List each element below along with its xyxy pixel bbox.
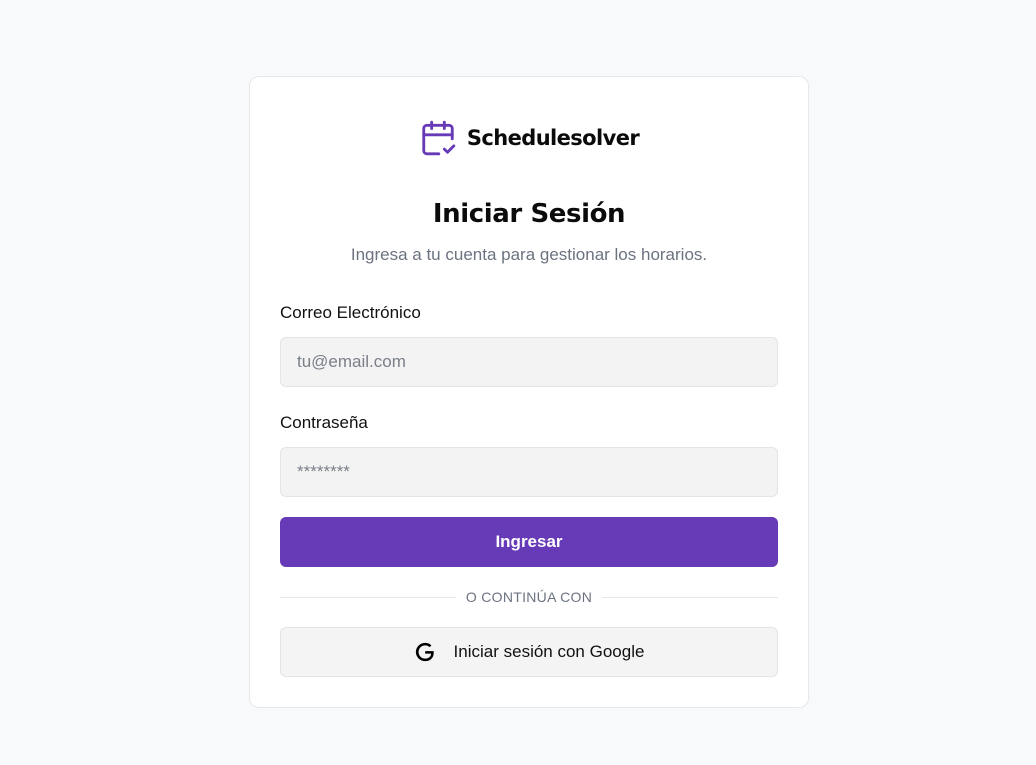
brand-header: Schedulesolver [250, 119, 808, 157]
or-divider: O CONTINÚA CON [280, 586, 779, 608]
google-icon [415, 642, 434, 662]
google-login-button[interactable]: Iniciar sesión con Google [280, 627, 778, 677]
divider-line-right [602, 596, 779, 598]
google-login-label: Iniciar sesión con Google [453, 642, 645, 661]
divider-text: O CONTINÚA CON [465, 589, 593, 605]
login-button[interactable]: Ingresar [280, 517, 778, 567]
calendar-check-icon [422, 120, 456, 156]
password-label: Contraseña [280, 413, 368, 432]
login-card: Schedulesolver Iniciar Sesión Ingresa a … [249, 76, 809, 708]
email-label: Correo Electrónico [280, 303, 421, 322]
password-field[interactable] [280, 447, 778, 497]
page-title: Iniciar Sesión [432, 199, 626, 229]
divider-line-left [280, 596, 456, 598]
brand-name: Schedulesolver [466, 126, 640, 150]
page-subtitle: Ingresa a tu cuenta para gestionar los h… [350, 245, 708, 264]
email-field[interactable] [280, 337, 778, 387]
